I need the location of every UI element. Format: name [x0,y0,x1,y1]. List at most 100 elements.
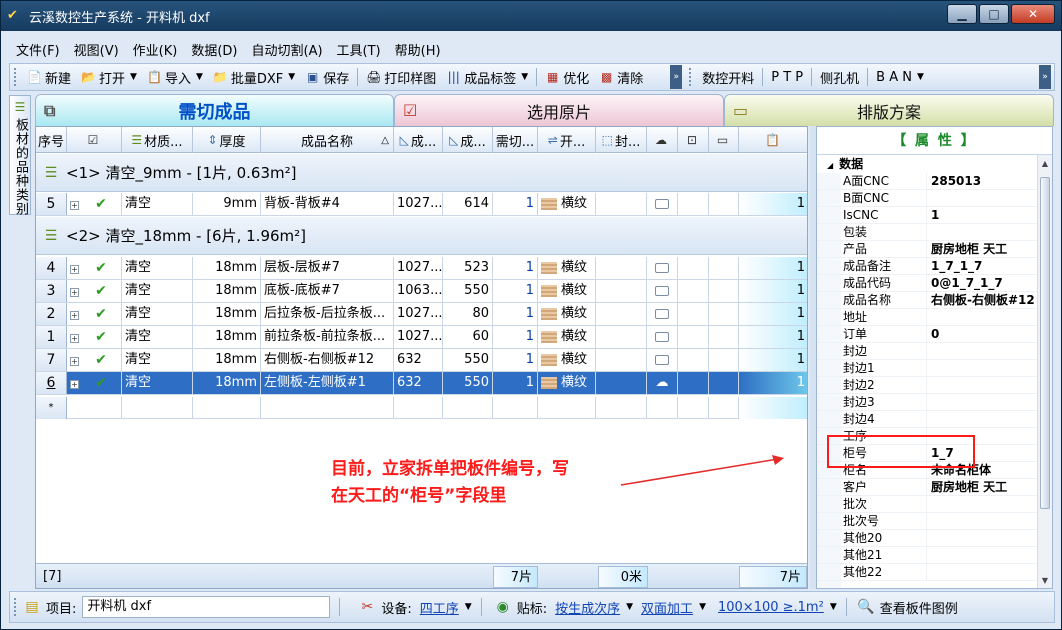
scroll-up-icon[interactable]: ▲ [1038,157,1052,171]
column-check[interactable]: ☑ [67,127,122,153]
chevron-down-icon[interactable]: ▼ [699,602,706,612]
property-value[interactable] [931,377,1037,394]
property-row[interactable]: 封边3 [817,394,1037,411]
toolbar-grip[interactable] [689,68,693,86]
property-row[interactable]: 成品名称 右侧板-右侧板#12 [817,292,1037,309]
column-thickness[interactable]: ⇕ 厚度 [193,127,261,153]
project-input[interactable]: 开料机 dxf [82,596,331,618]
property-row[interactable]: 批次 [817,496,1037,513]
property-row[interactable]: 成品备注 1_7_1_7 [817,258,1037,275]
expand-icon[interactable]: + [70,357,79,366]
property-value[interactable]: 0 [931,326,1037,343]
expand-icon[interactable]: + [70,311,79,320]
chevron-down-icon[interactable]: ▼ [917,72,924,82]
property-row[interactable]: 产品 厨房地柜 天工 [817,241,1037,258]
property-value[interactable] [931,190,1037,207]
property-row[interactable]: 成品代码 0@1_7_1_7 [817,275,1037,292]
menu-job[interactable]: 作业(K) [126,40,185,59]
table-row[interactable]: 2 + ✔ 清空 18mm 后拉条板-后拉条板... 1027.... 80 1 横纹 1 [36,303,807,326]
property-row[interactable]: B面CNC [817,190,1037,207]
property-row[interactable]: 批次号 [817,513,1037,530]
column-width[interactable]: ◺ 成... [443,127,493,153]
property-value[interactable] [931,496,1037,513]
import-button[interactable]: 📋 导入 ▼ [142,66,208,88]
column-grain[interactable]: ⇌ 开... [538,127,596,153]
property-row[interactable]: 其他22 [817,564,1037,581]
new-button[interactable]: 📄 新建 [22,66,76,88]
toolbar-overflow-button[interactable]: » [670,65,683,89]
menu-data[interactable]: 数据(D) [184,40,244,59]
tab-selected-boards[interactable]: ☑ 选用原片 [394,94,724,126]
statusbar-grip[interactable] [14,598,18,616]
property-row[interactable]: 封边2 [817,377,1037,394]
menu-view[interactable]: 视图(V) [67,40,126,59]
chevron-down-icon[interactable]: ▼ [521,72,528,82]
chevron-down-icon[interactable]: ▼ [465,602,472,612]
property-value[interactable] [931,360,1037,377]
menu-file[interactable]: 文件(F) [9,40,67,59]
property-row[interactable]: 封边4 [817,411,1037,428]
property-row[interactable]: IsCNC 1 [817,207,1037,224]
table-row[interactable]: 1 + ✔ 清空 18mm 前拉条板-前拉条板... 1027.... 60 1 横纹 1 [36,326,807,349]
menu-auto-cut[interactable]: 自动切割(A) [245,40,330,59]
property-row[interactable]: 封边1 [817,360,1037,377]
property-row[interactable]: 其他21 [817,547,1037,564]
column-qty[interactable]: 需切... [493,127,538,153]
property-value[interactable]: 1_7_1_7 [931,258,1037,275]
menu-help[interactable]: 帮助(H) [388,40,448,59]
property-value[interactable]: 1 [931,207,1037,224]
property-row[interactable]: 客户 厨房地柜 天工 [817,479,1037,496]
property-value[interactable] [931,343,1037,360]
column-product-name[interactable]: 成品名称 △ [261,127,394,153]
device-link[interactable]: 四工序 [420,598,459,617]
toolbar-grip[interactable] [14,68,18,86]
chevron-down-icon[interactable]: ▼ [626,602,633,612]
minimize-button[interactable]: ▁ [947,4,977,24]
menu-tools[interactable]: 工具(T) [330,40,388,59]
property-value[interactable] [931,513,1037,530]
property-row[interactable]: A面CNC 285013 [817,173,1037,190]
expand-icon[interactable]: + [70,265,79,274]
double-side-link[interactable]: 双面加工 [641,598,693,617]
tab-required-products[interactable]: ⧉ 需切成品 [35,94,394,126]
new-row[interactable]: * [36,397,807,419]
maximize-button[interactable]: □ [979,4,1009,24]
chevron-down-icon[interactable]: ▼ [288,72,295,82]
property-row[interactable]: 地址 [817,309,1037,326]
property-scrollbar[interactable]: ▲ ▼ [1037,155,1052,588]
column-holes[interactable]: ⊡ [678,127,709,153]
property-value[interactable] [931,564,1037,581]
print-sample-button[interactable]: 🖨 打印样图 [361,66,441,88]
table-row[interactable]: 4 + ✔ 清空 18mm 层板-层板#7 1027.... 523 1 横纹 1 [36,257,807,280]
scrollbar-thumb[interactable] [1040,177,1050,509]
chevron-down-icon[interactable]: ▼ [130,72,137,82]
board-category-tab[interactable]: ☰ 板材的品种类别 [9,95,31,216]
property-value[interactable]: 285013 [931,173,1037,190]
product-label-button[interactable]: ||| 成品标签 ▼ [441,66,533,88]
column-length[interactable]: ◺ 成... [394,127,443,153]
property-value[interactable] [931,547,1037,564]
property-value[interactable] [931,224,1037,241]
property-value[interactable]: 右侧板-右侧板#12 [931,292,1037,309]
property-category[interactable]: ◢ 数据 [817,155,1037,173]
group-row-9mm[interactable]: ☰ <1> 清空_9mm - [1片, 0.63m²] [36,154,807,192]
clear-button[interactable]: ▩ 清除 [594,66,648,88]
expand-icon[interactable]: + [70,334,79,343]
property-value[interactable]: 0@1_7_1_7 [931,275,1037,292]
property-value[interactable]: 厨房地柜 天工 [931,479,1037,496]
table-row[interactable]: 3 + ✔ 清空 18mm 底板-底板#7 1063.... 550 1 横纹 1 [36,280,807,303]
expand-icon[interactable]: + [70,201,79,210]
close-button[interactable]: ✕ [1011,4,1055,24]
property-row[interactable]: 封边 [817,343,1037,360]
collapse-icon[interactable]: ◢ [827,161,833,170]
optimize-button[interactable]: ▦ 优化 [540,66,594,88]
property-value[interactable] [931,530,1037,547]
property-row[interactable]: 其他20 [817,530,1037,547]
tab-layout-plan[interactable]: ▭ 排版方案 [724,94,1054,126]
size-filter-link[interactable]: 100×100 ≥.1m² [718,600,824,615]
column-edge[interactable]: ⬚ 封... [596,127,647,153]
table-row[interactable]: 7 + ✔ 清空 18mm 右侧板-右侧板#12 632 550 1 横纹 1 [36,349,807,372]
batch-dxf-button[interactable]: 📁 批量DXF ▼ [208,66,300,88]
column-seq[interactable]: 序号 [36,127,67,153]
expand-icon[interactable]: + [70,380,79,389]
